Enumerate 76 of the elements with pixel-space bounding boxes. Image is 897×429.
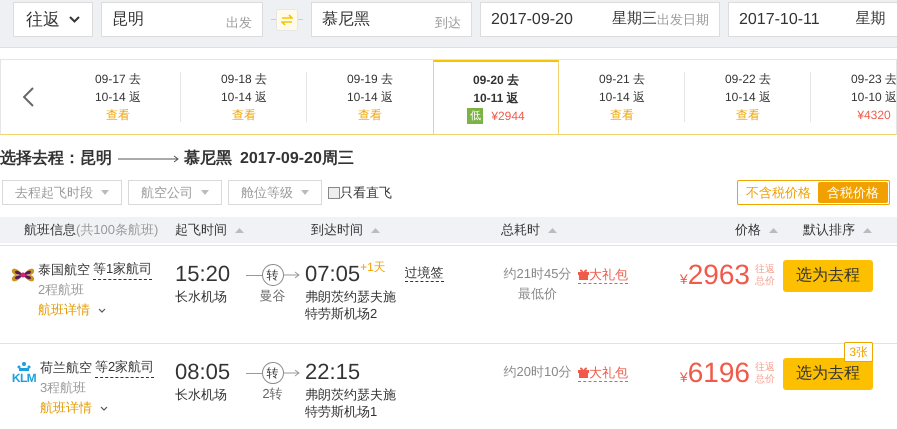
date-option[interactable]: 09-21 去 10-14 返 查看 — [559, 60, 685, 134]
price: 2963 — [688, 260, 750, 290]
select-outbound-button[interactable]: 选为去程 — [783, 358, 873, 390]
sort-icon[interactable] — [235, 228, 244, 232]
logo-text: KLM — [12, 372, 36, 384]
caret-down-icon — [301, 190, 309, 195]
codeshare-link[interactable]: 等1家航司 — [93, 260, 152, 280]
arrival-time: 22:15 — [305, 358, 360, 386]
airline-name: 荷兰航空 — [40, 359, 92, 377]
caret-down-icon — [101, 190, 109, 195]
arrow-right-icon — [116, 155, 180, 163]
transfer-badge: 转 — [262, 362, 284, 384]
arrival-airport: 弗朗茨约瑟夫施特劳斯机场1 — [305, 386, 397, 420]
transfer-city: 2转 — [262, 385, 283, 403]
origin-field[interactable]: 昆明 出发 — [101, 2, 263, 37]
return-date-field[interactable]: 2017-10-11 星期 — [728, 2, 897, 37]
price-note: 往返总价 — [755, 362, 776, 387]
departure-airport: 长水机场 — [175, 288, 228, 306]
departure-time: 15:20 — [175, 260, 232, 288]
departure-time: 08:05 — [175, 358, 232, 386]
depart-date-field[interactable]: 2017-09-20 星期三出发日期 — [480, 2, 720, 37]
chevron-down-icon — [98, 308, 106, 312]
price-note: 往返总价 — [755, 264, 776, 289]
codeshare-link[interactable]: 等2家航司 — [95, 358, 154, 378]
transfer-city: 曼谷 — [260, 287, 286, 305]
date-option[interactable]: 09-22 去 10-14 返 查看 — [685, 60, 811, 134]
column-header[interactable]: 起飞时间 — [175, 220, 244, 240]
heading-date: 2017-09-20周三 — [240, 149, 354, 169]
trip-type-select[interactable]: 往返 — [13, 2, 93, 37]
checkbox[interactable] — [328, 186, 340, 198]
column-header[interactable]: 航班信息(共100条航班) — [24, 220, 158, 240]
airline-name: 泰国航空 — [38, 261, 90, 279]
swap-button[interactable] — [276, 8, 298, 30]
destination-field[interactable]: 慕尼黑 到达 — [311, 2, 472, 37]
currency-symbol: ¥ — [680, 368, 688, 387]
chevron-left-icon — [22, 87, 34, 107]
swap-icon — [281, 14, 293, 26]
total-duration: 约20时10分 — [504, 363, 572, 381]
direct-only-label: 只看直飞 — [340, 184, 392, 202]
select-outbound-button[interactable]: 选为去程 — [783, 260, 873, 292]
date-option[interactable]: 09-20 去 10-11 返 低 ¥2944 — [433, 60, 559, 134]
sort-icon[interactable] — [548, 228, 557, 232]
column-header[interactable]: 默认排序 — [803, 220, 872, 240]
column-header[interactable]: 价格 — [735, 220, 778, 240]
departure-airport: 长水机场 — [175, 386, 228, 404]
column-header[interactable]: 总耗时 — [501, 220, 557, 240]
sort-icon[interactable] — [769, 228, 778, 232]
date-option[interactable]: 09-17 去 10-14 返 查看 — [55, 60, 181, 134]
heading-label: 选择去程：昆明 — [0, 148, 112, 169]
chevron-down-icon — [100, 406, 108, 410]
column-header[interactable]: 到达时间 — [311, 220, 380, 240]
crown-icon — [17, 362, 31, 372]
arrow-right-icon — [284, 369, 300, 377]
date-option[interactable]: 09-19 去 10-14 返 查看 — [307, 60, 433, 134]
gift-icon — [578, 269, 589, 280]
sort-icon[interactable] — [371, 228, 380, 232]
chevron-down-icon — [69, 16, 80, 23]
legs-text: 3程航班 — [40, 379, 88, 397]
heading-destination: 慕尼黑 — [184, 148, 232, 169]
arrow-right-icon — [284, 271, 300, 279]
legs-text: 2程航班 — [38, 281, 86, 299]
tickets-left-badge: 3张 — [844, 342, 873, 362]
day-offset: +1天 — [360, 260, 386, 274]
low-price-badge: 低 — [467, 108, 484, 124]
transit-visa-link[interactable]: 过境签 — [404, 265, 444, 282]
total-duration: 约21时45分 — [504, 265, 572, 283]
sort-icon[interactable] — [863, 228, 872, 232]
currency-symbol: ¥ — [680, 270, 688, 289]
lowest-price-tag: 最低价 — [518, 284, 557, 304]
arrival-time: 07:05 — [305, 260, 360, 288]
transfer-badge: 转 — [262, 264, 284, 286]
date-option[interactable]: 09-18 去 10-14 返 查看 — [181, 60, 307, 134]
caret-down-icon — [201, 190, 209, 195]
arrival-airport: 弗朗茨约瑟夫施特劳斯机场2 — [305, 288, 397, 322]
gift-icon — [578, 367, 589, 378]
price: 6196 — [688, 358, 750, 388]
